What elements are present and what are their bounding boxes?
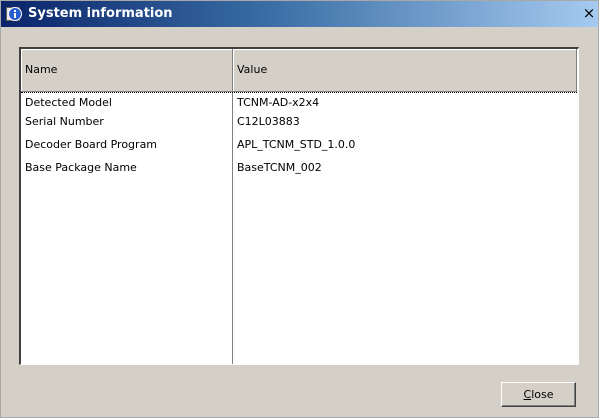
table-row[interactable]: Serial Number C12L03883 [21, 112, 577, 131]
row-value-cell: APL_TCNM_STD_1.0.0 [237, 138, 356, 151]
row-name-cell: Decoder Board Program [25, 138, 158, 151]
row-value-cell: TCNM-AD-x2x4 [237, 96, 320, 109]
column-header-value[interactable]: Value [233, 49, 577, 91]
title-bar[interactable]: System information × [1, 1, 598, 27]
info-icon [6, 7, 22, 21]
row-name-cell: Base Package Name [25, 161, 137, 174]
row-name-cell: Detected Model [25, 96, 112, 109]
table-row[interactable]: Detected Model TCNM-AD-x2x4 [21, 92, 577, 111]
close-icon[interactable]: × [581, 5, 597, 21]
system-information-dialog: System information × Name Value Detected… [0, 0, 599, 418]
row-value-cell: C12L03883 [237, 115, 300, 128]
table-row[interactable]: Decoder Board Program APL_TCNM_STD_1.0.0 [21, 135, 577, 154]
row-name-cell: Serial Number [25, 115, 104, 128]
table-row[interactable]: Base Package Name BaseTCNM_002 [21, 158, 577, 177]
dialog-title: System information [28, 6, 173, 21]
close-button-label: lose [531, 388, 554, 401]
system-info-list[interactable]: Name Value Detected Model TCNM-AD-x2x4 S… [19, 47, 579, 365]
row-value-cell: BaseTCNM_002 [237, 161, 322, 174]
list-header: Name Value [21, 49, 577, 92]
column-divider [232, 92, 233, 364]
column-header-name[interactable]: Name [21, 49, 233, 91]
close-button[interactable]: Close [501, 382, 576, 407]
